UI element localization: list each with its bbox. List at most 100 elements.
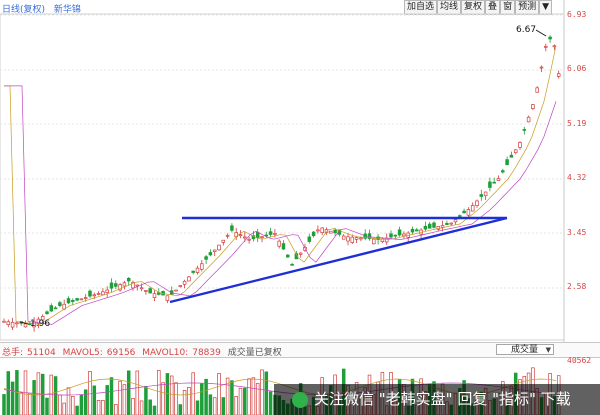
candle-body [488, 181, 492, 188]
volume-bar [221, 397, 226, 415]
volume-bar [135, 370, 140, 415]
candle-body [372, 238, 376, 245]
candle-body [10, 321, 15, 328]
candle-body [243, 236, 247, 239]
volume-bar [62, 402, 66, 415]
candle-body [402, 233, 406, 237]
candle-body [105, 289, 109, 293]
candle-body [432, 222, 436, 228]
candle-body [427, 223, 432, 229]
candle-body [174, 289, 178, 292]
candle-body [492, 181, 496, 184]
candle-body [139, 287, 144, 290]
candle-body [479, 194, 484, 197]
candle-body [15, 322, 19, 325]
candle-body [483, 191, 488, 197]
volume-bar [251, 377, 256, 415]
candle-body [544, 45, 548, 48]
volume-bar [88, 371, 92, 415]
candle-body [208, 252, 213, 256]
price-tick: 6.93 [567, 10, 587, 19]
volume-bar [6, 371, 11, 415]
candle-body [518, 142, 522, 148]
volume-bar [101, 400, 105, 415]
volume-bar [260, 369, 264, 415]
candle-body [247, 238, 251, 241]
price-tick: 6.06 [567, 64, 587, 73]
candle-body [221, 239, 226, 243]
candle-body [449, 222, 453, 225]
candle-body [329, 230, 333, 234]
candle-body [66, 298, 71, 304]
candle-body [320, 227, 324, 233]
volume-header: 总手: 51104 MAVOL5: 69156 MAVOL10: 78839 成交量已… [0, 342, 600, 358]
volume-bar [234, 396, 238, 415]
candle-body [298, 252, 303, 255]
candle-body [548, 36, 552, 40]
candle-body [58, 302, 62, 306]
volume-bar [109, 377, 114, 415]
candle-body [509, 154, 514, 158]
candle-body [96, 293, 101, 295]
candle-body [204, 256, 208, 260]
candle-body [2, 320, 6, 323]
candle-body [217, 244, 221, 251]
volume-bar [165, 373, 170, 415]
moving-average-line [4, 45, 557, 325]
candle-body [109, 282, 114, 289]
volume-bar [169, 375, 174, 415]
candle-body [458, 215, 462, 217]
candle-body [445, 222, 449, 225]
candle-body [552, 45, 557, 48]
candle-body [513, 149, 518, 154]
candle-body [75, 298, 79, 301]
volume-bar [28, 392, 32, 415]
candle-body [273, 233, 277, 235]
volume-bar [118, 380, 122, 415]
candle-body [286, 254, 290, 258]
candle-body [290, 263, 294, 266]
volume-bar [2, 394, 6, 415]
candle-body [23, 323, 28, 328]
high-price-label: 6.67 [516, 25, 537, 35]
volume-bar [217, 373, 221, 415]
volume-bar [105, 385, 109, 415]
chart-window: 日线(复权) 新华锦 加自选 均线 复权 叠 窗 预测 ▼ 6.93 6.06 … [0, 0, 600, 415]
price-tick: 4.32 [567, 173, 587, 182]
candle-body [462, 210, 466, 214]
candle-body [191, 270, 195, 273]
candle-body [53, 307, 58, 310]
candle-body [380, 238, 385, 242]
wechat-logo-icon [292, 391, 308, 408]
volume-bar [255, 383, 260, 415]
high-marker [535, 29, 547, 37]
candle-body [92, 294, 97, 297]
candle-body [230, 225, 234, 231]
candle-body [453, 219, 458, 223]
candle-body [556, 73, 561, 77]
volume-bar [83, 389, 88, 415]
candle-body [182, 280, 187, 285]
candle-body [71, 300, 75, 302]
candle-body [6, 321, 11, 326]
volume-bar [161, 382, 165, 415]
volume-bar [144, 385, 148, 415]
plot-frame [0, 13, 565, 341]
candle-body [178, 285, 183, 288]
candle-body [316, 229, 320, 232]
volume-bar [212, 397, 217, 415]
volume-bar [79, 394, 84, 415]
candlestick-chart[interactable] [0, 0, 600, 342]
volume-bar [238, 387, 243, 415]
volume-bar [157, 370, 161, 415]
candle-body [200, 263, 204, 270]
candle-body [522, 129, 527, 131]
indicator-select[interactable]: 成交量 ▼ [496, 344, 554, 355]
candle-body [122, 282, 127, 287]
candle-body [126, 277, 131, 282]
candle-body [333, 229, 337, 234]
candle-body [346, 236, 350, 242]
volume-bar [243, 387, 247, 415]
volume-bar [152, 405, 157, 415]
volume-bar [92, 385, 97, 415]
